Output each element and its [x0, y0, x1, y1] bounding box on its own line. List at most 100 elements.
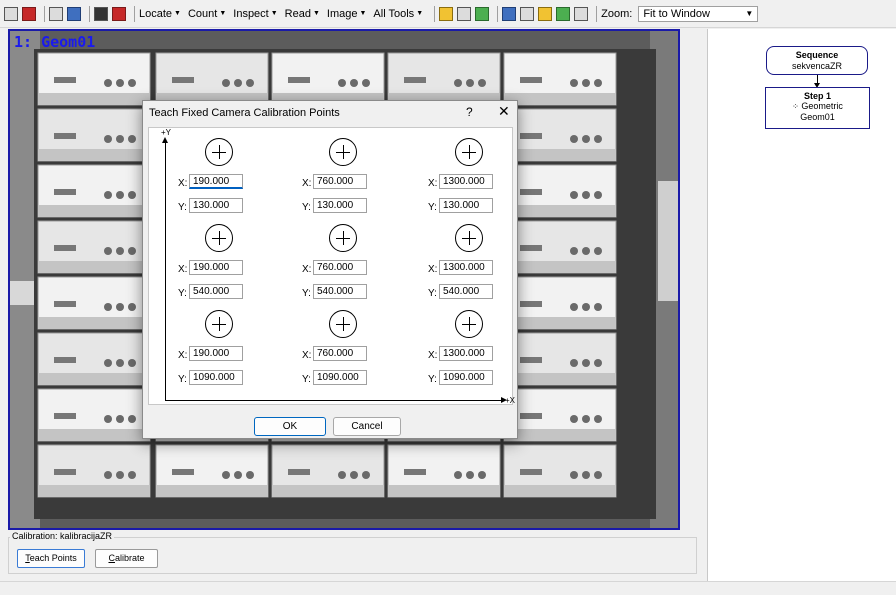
crosshair-icon	[205, 310, 233, 338]
point-4-y-input[interactable]: 540.000	[189, 284, 243, 299]
sequence-name: sekvencaZR	[791, 61, 843, 71]
point-7-y-input[interactable]: 1090.000	[189, 370, 243, 385]
crosshair-icon	[329, 310, 357, 338]
point-6-y-input[interactable]: 540.000	[439, 284, 493, 299]
chevron-down-icon: ▼	[745, 9, 754, 18]
sequence-panel: Sequence sekvencaZR Step 1 ⁘ Geometric G…	[707, 29, 896, 581]
close-icon[interactable]: ✕	[498, 103, 510, 120]
calibrate-label: alibrate	[114, 553, 145, 563]
point-6-x-input[interactable]: 1300.000	[439, 260, 493, 275]
crosshair-icon	[455, 224, 483, 252]
menu-count[interactable]: Count ▼	[188, 8, 226, 20]
teach-points-dialog: Teach Fixed Camera Calibration Points ? …	[142, 100, 518, 439]
ok-button[interactable]: OK	[254, 417, 326, 436]
toolbar-separator	[434, 5, 436, 22]
step-name: Geom01	[800, 112, 835, 122]
point-1-x-input[interactable]: 190.000	[189, 174, 243, 189]
menu-all-tools[interactable]: All Tools ▼	[373, 8, 423, 20]
x-axis-label: +X	[505, 396, 516, 405]
y-label: Y:	[302, 374, 311, 385]
cut-step-icon[interactable]	[49, 6, 63, 21]
copy-step-icon[interactable]	[67, 6, 81, 21]
delete-icon[interactable]	[22, 6, 36, 21]
zoom-select[interactable]: Fit to Window ▼	[638, 5, 759, 22]
toolbar: Locate ▼ Count ▼ Inspect ▼ Read ▼ Image ▼ All…	[0, 0, 896, 28]
x-label: X:	[428, 178, 438, 189]
y-label: Y:	[428, 374, 437, 385]
y-axis-label: +Y	[161, 128, 172, 137]
step-title: Step 1	[803, 91, 831, 101]
menu-inspect[interactable]: Inspect ▼	[233, 8, 277, 20]
toolbar-separator	[44, 5, 45, 22]
point-3-x-input[interactable]: 1300.000	[439, 174, 493, 189]
point-2-y-input[interactable]: 130.000	[313, 198, 367, 213]
point-7-x-input[interactable]: 190.000	[189, 346, 243, 361]
teach-points-button[interactable]: Teach Points	[17, 549, 85, 568]
camera-icon[interactable]	[94, 6, 108, 21]
y-label: Y:	[178, 202, 187, 213]
point-5-x-input[interactable]: 760.000	[313, 260, 367, 275]
ocr-tool-icon[interactable]	[457, 6, 472, 21]
histogram-icon[interactable]	[520, 6, 535, 21]
x-label: X:	[428, 350, 438, 361]
point-3-y-input[interactable]: 130.000	[439, 198, 493, 213]
y-label: Y:	[178, 288, 187, 299]
calibrate-button[interactable]: Calibrate	[95, 549, 158, 568]
menu-read[interactable]: Read ▼	[285, 8, 320, 20]
help-icon[interactable]: ?	[466, 105, 473, 119]
calibration-point-1: X: 190.000 Y: 130.000	[158, 138, 278, 220]
point-4-x-input[interactable]: 190.000	[189, 260, 243, 275]
crosshair-icon	[455, 310, 483, 338]
y-label: Y:	[428, 202, 437, 213]
crosshair-icon	[205, 138, 233, 166]
cancel-button[interactable]: Cancel	[333, 417, 401, 436]
point-9-y-input[interactable]: 1090.000	[439, 370, 493, 385]
calibration-point-8: X: 760.000 Y: 1090.000	[282, 310, 402, 392]
y-label: Y:	[428, 288, 437, 299]
toolbar-separator	[89, 5, 90, 22]
calibration-point-9: X: 1300.000 Y: 1090.000	[408, 310, 528, 392]
y-label: Y:	[302, 202, 311, 213]
x-label: X:	[178, 350, 188, 361]
point-2-x-input[interactable]: 760.000	[313, 174, 367, 189]
color-tool-icon[interactable]	[475, 6, 490, 21]
zoom-label: Zoom:	[601, 7, 633, 20]
calibration-point-4: X: 190.000 Y: 540.000	[158, 224, 278, 306]
x-axis	[165, 400, 502, 401]
dialog-title: Teach Fixed Camera Calibration Points	[149, 107, 340, 119]
menu-image[interactable]: Image ▼	[327, 8, 367, 20]
calibration-point-6: X: 1300.000 Y: 540.000	[408, 224, 528, 306]
x-label: X:	[302, 264, 312, 275]
status-bar	[0, 581, 896, 595]
new-sequence-icon[interactable]	[4, 6, 18, 21]
toolbar-separator	[596, 5, 598, 22]
locate-tool-icon[interactable]	[439, 6, 454, 21]
calibration-point-2: X: 760.000 Y: 130.000	[282, 138, 402, 220]
inspection-icon[interactable]	[556, 6, 571, 21]
point-8-y-input[interactable]: 1090.000	[313, 370, 367, 385]
calibration-icon[interactable]	[538, 6, 553, 21]
stop-icon[interactable]	[112, 6, 126, 21]
geometric-tool-icon: ⁘	[792, 102, 799, 111]
x-label: X:	[302, 178, 312, 189]
menu-locate[interactable]: Locate ▼	[139, 8, 181, 20]
crosshair-icon	[329, 138, 357, 166]
calibration-point-7: X: 190.000 Y: 1090.000	[158, 310, 278, 392]
point-1-y-input[interactable]: 130.000	[189, 198, 243, 213]
viewer-label: 1: Geom01	[14, 33, 96, 51]
sequence-node[interactable]: Sequence sekvencaZR	[766, 46, 868, 75]
image-view-icon[interactable]	[502, 6, 517, 21]
point-8-x-input[interactable]: 760.000	[313, 346, 367, 361]
step-tool: Geometric	[801, 101, 843, 111]
y-label: Y:	[302, 288, 311, 299]
step-node[interactable]: Step 1 ⁘ Geometric Geom01	[765, 87, 870, 129]
x-label: X:	[178, 264, 188, 275]
point-9-x-input[interactable]: 1300.000	[439, 346, 493, 361]
x-label: X:	[302, 350, 312, 361]
calibration-title: Calibration: kalibracijaZR	[10, 531, 115, 541]
x-label: X:	[428, 264, 438, 275]
results-icon[interactable]	[574, 6, 589, 21]
crosshair-icon	[455, 138, 483, 166]
point-5-y-input[interactable]: 540.000	[313, 284, 367, 299]
crosshair-icon	[329, 224, 357, 252]
